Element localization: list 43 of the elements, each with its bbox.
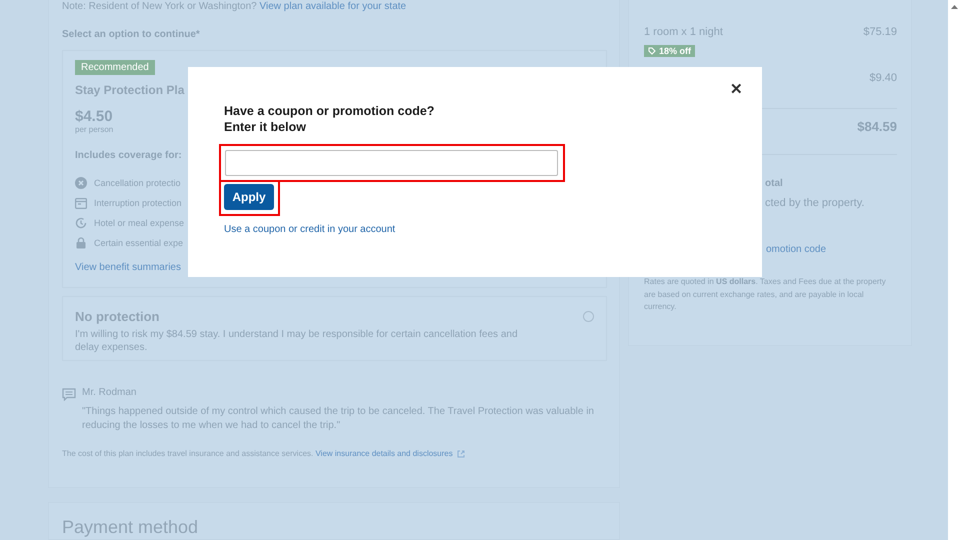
total-amount: $84.59 bbox=[856, 119, 897, 134]
apply-button[interactable]: Apply bbox=[224, 184, 274, 210]
coverage-item: Certain essential expe bbox=[94, 238, 184, 248]
testimonial-quote: "Things happened outside of my control which caused the trip to be canceled. The Travel Protection was valuable in reducing the losses to me when we had to cancel the trip." bbox=[82, 405, 595, 433]
state-plan-link[interactable]: View plan available for your state bbox=[260, 1, 406, 12]
benefit-summaries-link[interactable]: View benefit summaries bbox=[75, 262, 181, 273]
required-mark: * bbox=[196, 29, 200, 40]
recommended-badge: Recommended bbox=[75, 60, 155, 75]
option-description: I'm willing to risk my $84.59 stay. I understand I may be responsible for certain cancellation fees and delay expenses. bbox=[75, 328, 518, 354]
line-amount: $75.19 bbox=[863, 26, 897, 38]
line-amount: $9.40 bbox=[868, 72, 897, 84]
plan-price: $4.50 bbox=[75, 108, 113, 125]
disclosure-text: The cost of this plan includes travel insurance and assistance services. bbox=[62, 449, 314, 458]
line-label: 1 room x 1 night bbox=[644, 26, 723, 38]
promotion-code-link[interactable]: omotion code bbox=[766, 244, 826, 255]
clock-arrow-icon bbox=[75, 217, 87, 229]
scroll-up-icon[interactable] bbox=[951, 5, 958, 9]
coverage-item: Cancellation protectio bbox=[94, 178, 181, 188]
coverage-heading: Includes coverage for: bbox=[75, 150, 182, 161]
coverage-item: Hotel or meal expense bbox=[94, 218, 184, 228]
close-button[interactable]: ✕ bbox=[730, 83, 743, 97]
total-note-text: cted by the property. bbox=[765, 197, 866, 209]
testimonial-author: Mr. Rodman bbox=[82, 387, 138, 398]
account-coupon-link[interactable]: Use a coupon or credit in your account bbox=[224, 224, 396, 235]
modal-title: Have a coupon or promotion code? bbox=[224, 103, 436, 119]
state-note: Note: Resident of New York or Washington? bbox=[62, 1, 257, 12]
discount-badge: 18% off bbox=[644, 45, 696, 57]
modal-subtitle: Enter it below bbox=[224, 119, 307, 135]
tag-icon bbox=[648, 47, 656, 55]
lock-icon bbox=[75, 237, 87, 249]
select-label: Select an option to continue bbox=[62, 29, 196, 40]
total-note-title: otal bbox=[765, 178, 784, 189]
external-link-icon bbox=[456, 450, 465, 458]
radio-button[interactable] bbox=[583, 311, 594, 322]
disclosures-link[interactable]: View insurance details and disclosures bbox=[315, 449, 453, 458]
comment-icon bbox=[62, 388, 76, 401]
price-unit: per person bbox=[75, 125, 114, 134]
currency-note: Rates are quoted in US dollars. Taxes and Fees due at the property are based on current exchange rates, and are payable in local currency. bbox=[644, 276, 887, 313]
coupon-code-field[interactable] bbox=[225, 150, 558, 176]
scrollbar[interactable] bbox=[948, 0, 960, 540]
coverage-item: Interruption protection bbox=[94, 198, 182, 208]
x-circle-icon bbox=[75, 177, 87, 189]
calendar-icon bbox=[75, 198, 87, 208]
